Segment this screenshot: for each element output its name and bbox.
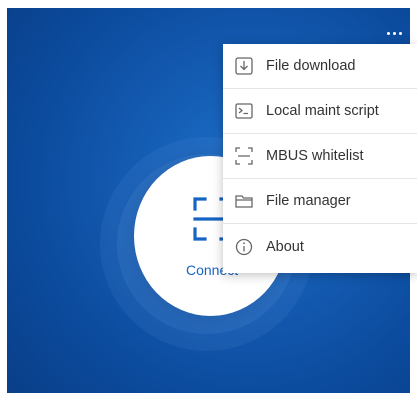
menu-item-label: MBUS whitelist (266, 148, 364, 164)
menu-item-mbus-whitelist[interactable]: MBUS whitelist (223, 134, 417, 179)
menu-item-file-download[interactable]: File download (223, 44, 417, 89)
download-icon (233, 55, 255, 77)
menu-item-label: Local maint script (266, 103, 379, 119)
menu-item-label: File download (266, 58, 356, 74)
more-options-icon[interactable] (382, 26, 406, 40)
menu-item-label: File manager (266, 193, 351, 209)
overflow-menu: File download Local maint script MBUS wh… (223, 44, 417, 273)
scan-frame-icon (233, 145, 255, 167)
menu-item-file-manager[interactable]: File manager (223, 179, 417, 224)
menu-item-local-maint-script[interactable]: Local maint script (223, 89, 417, 134)
folder-icon (233, 190, 255, 212)
menu-item-label: About (266, 238, 304, 255)
info-icon (233, 236, 255, 258)
terminal-icon (233, 100, 255, 122)
menu-item-about[interactable]: About (223, 224, 417, 269)
